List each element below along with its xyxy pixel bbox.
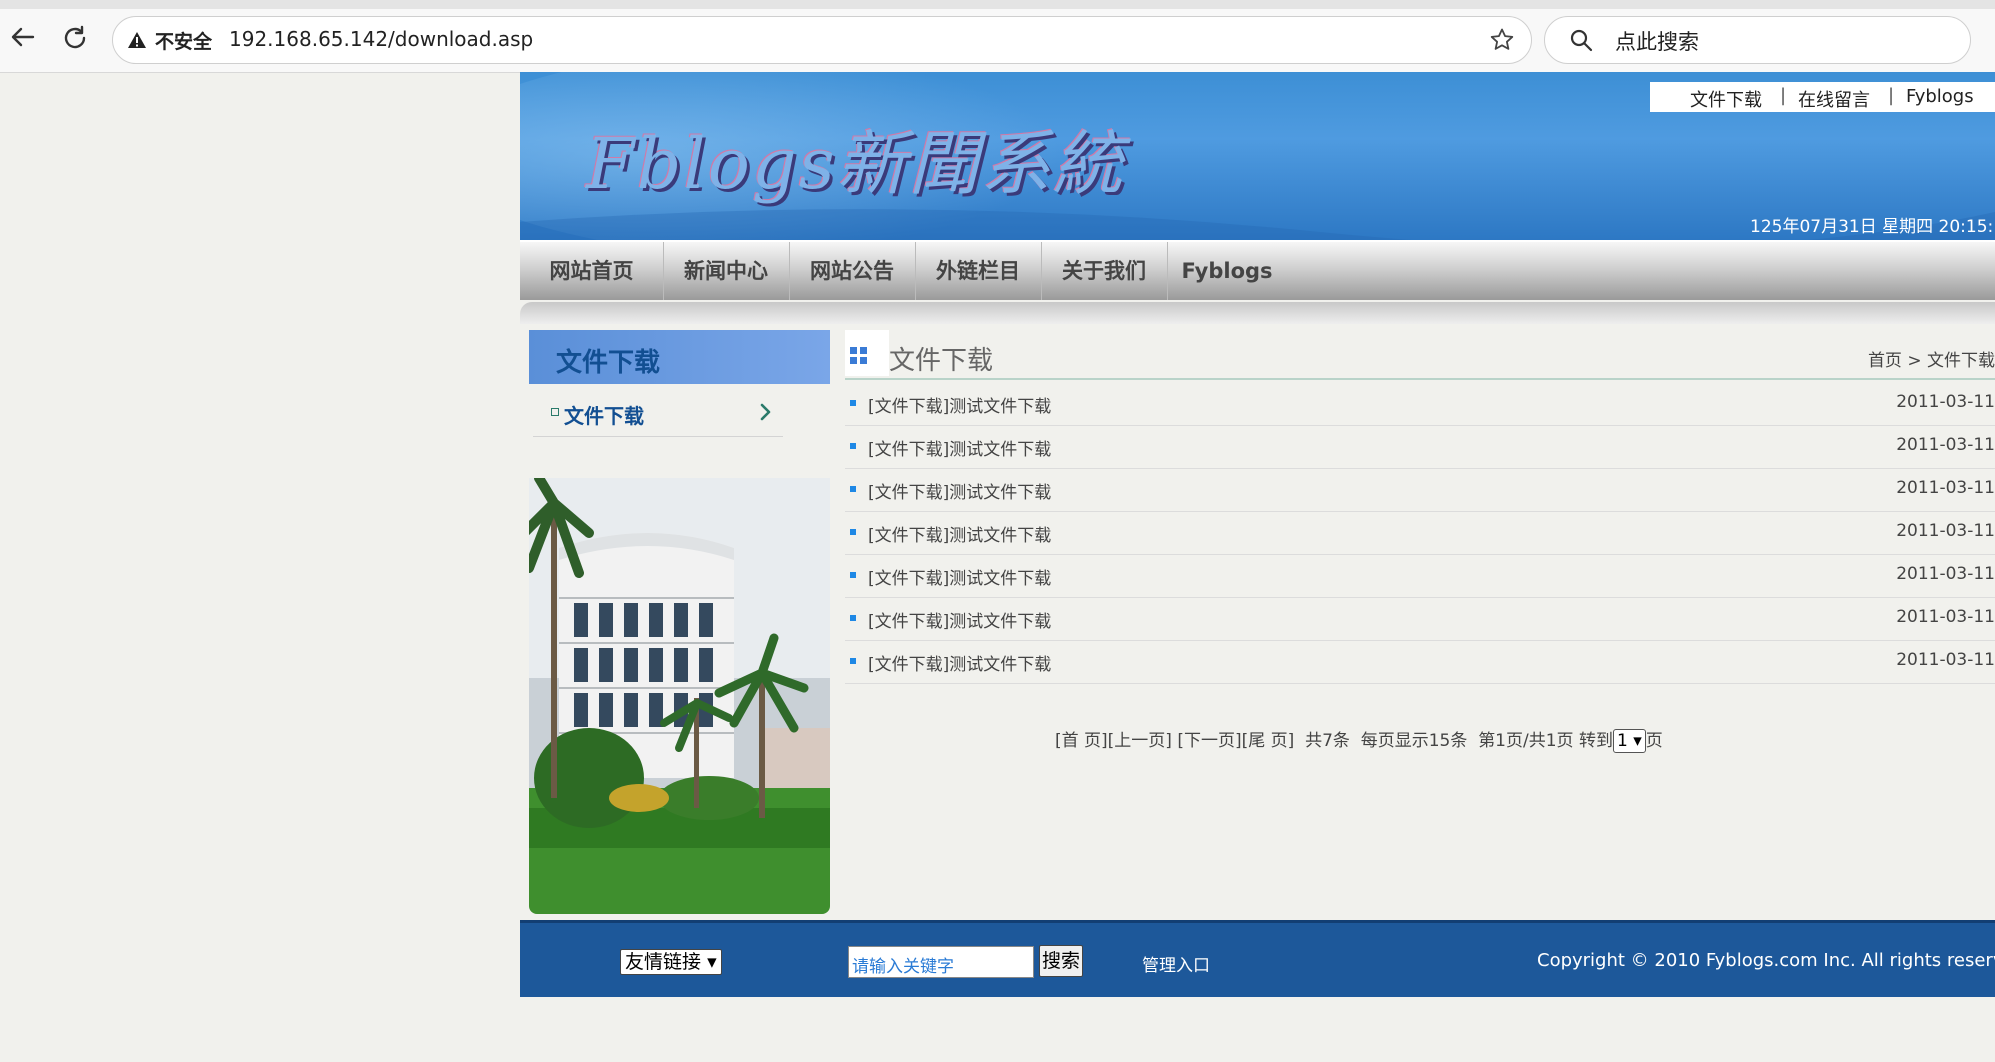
main-nav: 网站首页 新闻中心 网站公告 外链栏目 关于我们 Fyblogs <box>520 240 1995 300</box>
list-item[interactable]: [文件下载]测试文件下载 2011-03-11 <box>845 597 1995 641</box>
tab-strip-edge <box>0 0 1995 9</box>
address-bar[interactable]: 不安全 192.168.65.142/download.asp <box>112 16 1532 64</box>
search-icon <box>1569 28 1593 52</box>
pagination-last[interactable]: [尾 页] <box>1242 731 1295 751</box>
list-item-date: 2011-03-11 <box>1896 435 1995 455</box>
url-text[interactable]: 192.168.65.142/download.asp <box>229 27 533 51</box>
list-item-date: 2011-03-11 <box>1896 521 1995 541</box>
warning-icon[interactable] <box>127 30 147 50</box>
pagination: [首 页][上一页] [下一页][尾 页] 共7条 每页显示15条 第1页/共1… <box>1055 726 1755 756</box>
footer-search-placeholder: 请输入关键字 <box>852 957 954 977</box>
chevron-down-icon: ▾ <box>1633 731 1642 751</box>
top-link-separator: | <box>1888 85 1895 106</box>
pagination-next[interactable]: [下一页] <box>1177 731 1241 751</box>
header-datetime: 125年07月31日 星期四 20:15:1 <box>1750 217 1995 237</box>
list-item[interactable]: [文件下载]测试文件下载 2011-03-11 <box>845 640 1995 684</box>
sidebar-item-downloads[interactable]: 文件下载 <box>533 392 783 437</box>
sidebar-menu: 文件下载 <box>529 384 830 478</box>
friend-links-label: 友情链接 <box>625 951 702 973</box>
page-select[interactable]: 1 ▾ <box>1612 729 1646 753</box>
list-item-date: 2011-03-11 <box>1896 564 1995 584</box>
pagination-total: 共7条 <box>1305 731 1350 751</box>
nav-subbar <box>520 302 1995 324</box>
list-item-title[interactable]: [文件下载]测试文件下载 <box>868 607 1051 632</box>
copyright-text: Copyright © 2010 Fyblogs.com Inc. All ri… <box>1537 950 1995 971</box>
top-link-fyblogs[interactable]: Fyblogs <box>1906 86 1974 107</box>
campus-building-photo <box>529 478 830 914</box>
list-item-title[interactable]: [文件下载]测试文件下载 <box>868 650 1051 675</box>
pagination-goto-label: 转到 <box>1578 731 1613 751</box>
bullet-icon <box>850 486 856 492</box>
sidebar: 文件下载 文件下载 <box>529 330 830 914</box>
list-item[interactable]: [文件下载]测试文件下载 2011-03-11 <box>845 425 1995 469</box>
pagination-page-info: 第1页/共1页 <box>1478 731 1574 751</box>
list-item-date: 2011-03-11 <box>1896 607 1995 627</box>
site-logo[interactable]: Fblogs新聞系統 <box>586 108 1125 209</box>
pagination-prev[interactable]: [上一页] <box>1108 731 1172 751</box>
list-item-title[interactable]: [文件下载]测试文件下载 <box>868 478 1051 503</box>
nav-item-external[interactable]: 外链栏目 <box>915 242 1042 300</box>
list-item-title[interactable]: [文件下载]测试文件下载 <box>868 521 1051 546</box>
footer-search-button[interactable]: 搜索 <box>1039 945 1084 977</box>
grid-icon <box>845 330 889 376</box>
sidebar-header: 文件下载 <box>529 330 830 384</box>
list-item-date: 2011-03-11 <box>1896 478 1995 498</box>
friend-links-select[interactable]: 友情链接 ▾ <box>620 949 722 975</box>
list-item-date: 2011-03-11 <box>1896 650 1995 670</box>
pagination-per-page: 每页显示15条 <box>1360 731 1468 751</box>
admin-link[interactable]: 管理入口 <box>1142 951 1210 976</box>
square-bullet-icon <box>551 408 559 416</box>
bullet-icon <box>850 658 856 664</box>
pagination-suffix: 页 <box>1645 731 1663 751</box>
chevron-right-icon <box>758 402 774 422</box>
nav-item-home[interactable]: 网站首页 <box>520 242 664 300</box>
bullet-icon <box>850 615 856 621</box>
bullet-icon <box>850 572 856 578</box>
browser-toolbar: 不安全 192.168.65.142/download.asp 点此搜索 <box>0 0 1995 73</box>
back-arrow-icon[interactable] <box>8 22 38 52</box>
site-container: Fblogs新聞系統 文件下载 | 在线留言 | Fyblogs 125年07月… <box>520 72 1995 997</box>
nav-item-news[interactable]: 新闻中心 <box>663 242 790 300</box>
list-item-date: 2011-03-11 <box>1896 392 1995 412</box>
page-title: 文件下载 <box>889 346 994 376</box>
pagination-first[interactable]: [首 页] <box>1055 731 1108 751</box>
list-item-title[interactable]: [文件下载]测试文件下载 <box>868 392 1051 417</box>
list-item[interactable]: [文件下载]测试文件下载 2011-03-11 <box>845 511 1995 555</box>
top-link-downloads[interactable]: 文件下载 <box>1690 86 1762 112</box>
nav-item-fyblogs[interactable]: Fyblogs <box>1167 242 1287 300</box>
list-item-title[interactable]: [文件下载]测试文件下载 <box>868 435 1051 460</box>
chevron-down-icon: ▾ <box>707 951 717 973</box>
site-banner: Fblogs新聞系統 文件下载 | 在线留言 | Fyblogs 125年07月… <box>520 72 1995 240</box>
list-item[interactable]: [文件下载]测试文件下载 2011-03-11 <box>845 468 1995 512</box>
top-link-separator: | <box>1780 85 1787 106</box>
security-label[interactable]: 不安全 <box>155 27 212 54</box>
bullet-icon <box>850 443 856 449</box>
site-footer: 友情链接 ▾ 请输入关键字 搜索 管理入口 Copyright © 2010 F… <box>520 920 1995 997</box>
breadcrumb[interactable]: 首页 > 文件下载 <box>1868 346 1995 371</box>
content-header: 文件下载 首页 > 文件下载 <box>845 330 1995 380</box>
reload-icon[interactable] <box>61 24 89 52</box>
sidebar-item-label[interactable]: 文件下载 <box>564 400 644 429</box>
sidebar-title: 文件下载 <box>556 348 661 378</box>
list-item[interactable]: [文件下载]测试文件下载 2011-03-11 <box>845 382 1995 426</box>
bullet-icon <box>850 400 856 406</box>
bookmark-star-icon[interactable] <box>1489 27 1515 53</box>
browser-search-box[interactable]: 点此搜索 <box>1544 16 1971 64</box>
bullet-icon <box>850 529 856 535</box>
browser-search-placeholder: 点此搜索 <box>1615 30 1699 54</box>
top-links-bar: 文件下载 | 在线留言 | Fyblogs <box>1650 82 1995 112</box>
footer-search-input[interactable]: 请输入关键字 <box>848 946 1034 978</box>
nav-item-notices[interactable]: 网站公告 <box>789 242 916 300</box>
top-link-guestbook[interactable]: 在线留言 <box>1798 86 1870 112</box>
page-select-value: 1 <box>1616 731 1628 751</box>
list-item-title[interactable]: [文件下载]测试文件下载 <box>868 564 1051 589</box>
list-item[interactable]: [文件下载]测试文件下载 2011-03-11 <box>845 554 1995 598</box>
nav-item-about[interactable]: 关于我们 <box>1041 242 1168 300</box>
